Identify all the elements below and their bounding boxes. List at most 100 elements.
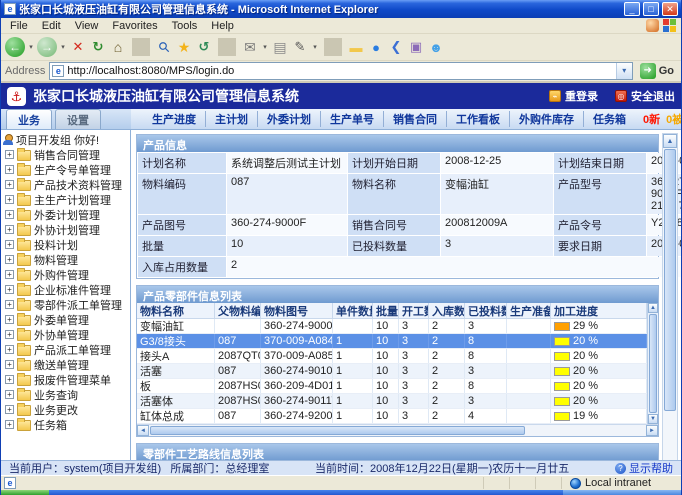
nav-item[interactable]: 生产单号 [320, 111, 383, 127]
menu-item[interactable]: Favorites [105, 20, 164, 32]
expand-icon[interactable] [5, 300, 14, 309]
column-header[interactable]: 加工进度 [551, 303, 647, 318]
sidebar-item[interactable]: 缴送单管理 [3, 357, 130, 372]
expand-icon[interactable] [5, 285, 14, 294]
sidebar-item[interactable]: 外协单管理 [3, 327, 130, 342]
expand-icon[interactable] [5, 315, 14, 324]
menu-item[interactable]: Help [204, 20, 241, 32]
hscroll-thumb[interactable] [150, 426, 525, 435]
stop-icon[interactable]: ✕ [69, 37, 87, 57]
edit-dropdown-icon[interactable]: ▾ [311, 37, 319, 57]
content-scrollbar[interactable]: ▲ [662, 133, 678, 460]
column-header[interactable]: 生产准备 [507, 303, 551, 318]
sidebar-item[interactable]: 零部件派工单管理 [3, 297, 130, 312]
mail-icon[interactable]: ✉ [241, 37, 259, 57]
table-row[interactable]: 缸体总成087360-274-9200F11032419 % [137, 409, 647, 424]
scroll-thumb[interactable] [664, 149, 676, 411]
mail-dropdown-icon[interactable]: ▾ [261, 37, 269, 57]
expand-icon[interactable] [5, 375, 14, 384]
expand-icon[interactable] [5, 225, 14, 234]
sidebar-item[interactable]: 业务查询 [3, 387, 130, 402]
column-header[interactable]: 父物料编码 [215, 303, 261, 318]
nav-item[interactable]: 外委计划 [257, 111, 320, 127]
minimize-button[interactable]: _ [624, 2, 640, 16]
column-header[interactable]: 入库数 [429, 303, 465, 318]
nav-item[interactable]: 外购件库存 [509, 111, 583, 127]
address-input[interactable] [67, 65, 612, 77]
expand-icon[interactable] [5, 360, 14, 369]
expand-icon[interactable] [5, 420, 14, 429]
sidebar-item[interactable]: 投料计划 [3, 237, 130, 252]
parts-table-hscrollbar[interactable]: ◄ ► [137, 424, 658, 436]
search-icon[interactable]: ⚲ [151, 34, 178, 61]
expand-icon[interactable] [5, 195, 14, 204]
parts-table-scrollbar[interactable]: ▲▼ [647, 303, 658, 424]
buddy-icon[interactable]: ☻ [427, 37, 445, 57]
expand-icon[interactable] [5, 390, 14, 399]
column-header[interactable]: 开工数 [399, 303, 429, 318]
nav-item[interactable]: 生产进度 [143, 111, 205, 127]
menu-item[interactable]: Tools [165, 20, 205, 32]
sidebar-item[interactable]: 主生产计划管理 [3, 192, 130, 207]
table-row[interactable]: 活塞体2087HS002360-274-9011W11032320 % [137, 394, 647, 409]
nav-item[interactable]: 工作看板 [446, 111, 509, 127]
menu-item[interactable]: File [3, 20, 35, 32]
sidebar-item[interactable]: 生产令号单管理 [3, 162, 130, 177]
back-icon[interactable]: ← [5, 37, 25, 57]
sidebar-item[interactable]: 业务更改 [3, 402, 130, 417]
forward-icon[interactable]: → [37, 37, 57, 57]
table-row[interactable]: G3/8接头087370-009-A084011032820 % [137, 334, 647, 349]
show-help-link[interactable]: ? 显示帮助 [615, 460, 673, 476]
nav-item[interactable]: 任务箱 [583, 111, 635, 127]
menu-item[interactable]: View [68, 20, 106, 32]
sidebar-item[interactable]: 企业标准件管理 [3, 282, 130, 297]
expand-icon[interactable] [5, 405, 14, 414]
start-button[interactable] [1, 490, 49, 495]
expand-icon[interactable] [5, 270, 14, 279]
home-icon[interactable]: ⌂ [109, 37, 127, 57]
sidebar-item[interactable]: 产品技术资料管理 [3, 177, 130, 192]
tab-business[interactable]: 业务 [6, 109, 52, 129]
address-dropdown-icon[interactable]: ▾ [616, 63, 632, 79]
sidebar-item[interactable]: 任务箱 [3, 417, 130, 432]
close-button[interactable]: ✕ [662, 2, 678, 16]
messenger-icon[interactable]: ❮ [387, 37, 405, 57]
scroll-right-icon[interactable]: ► [646, 425, 658, 436]
scroll-up-icon[interactable]: ▲ [663, 134, 677, 148]
sidebar-item[interactable]: 外购件管理 [3, 267, 130, 282]
table-row[interactable]: 活塞087360-274-9010F11032320 % [137, 364, 647, 379]
nav-item[interactable]: 销售合同 [383, 111, 446, 127]
print-icon[interactable]: ▤ [271, 37, 289, 57]
column-header[interactable]: 物料图号 [261, 303, 333, 318]
nav-item[interactable]: 主计划 [205, 111, 257, 127]
expand-icon[interactable] [5, 345, 14, 354]
sidebar-item[interactable]: 外委单管理 [3, 312, 130, 327]
edit-icon[interactable]: ✎ [291, 37, 309, 57]
maximize-button[interactable]: □ [643, 2, 659, 16]
note-icon[interactable]: ▬ [347, 37, 365, 57]
world-icon[interactable]: ● [367, 37, 385, 57]
expand-icon[interactable] [5, 150, 14, 159]
column-header[interactable]: 批量 [373, 303, 399, 318]
column-header[interactable]: 已投料数 [465, 303, 507, 318]
expand-icon[interactable] [5, 255, 14, 264]
sidebar-item[interactable]: 物料管理 [3, 252, 130, 267]
history-icon[interactable]: ↺ [195, 37, 213, 57]
expand-icon[interactable] [5, 330, 14, 339]
expand-icon[interactable] [5, 210, 14, 219]
sidebar-item[interactable]: 产品派工单管理 [3, 342, 130, 357]
expand-icon[interactable] [5, 180, 14, 189]
sidebar-item[interactable]: 报废件管理菜单 [3, 372, 130, 387]
table-row[interactable]: 接头A2087QT002370-009-A085011032820 % [137, 349, 647, 364]
column-header[interactable]: 单件数量 [333, 303, 373, 318]
column-header[interactable]: 物料名称 [137, 303, 215, 318]
menu-item[interactable]: Edit [35, 20, 68, 32]
scroll-left-icon[interactable]: ◄ [137, 425, 149, 436]
back-dropdown-icon[interactable]: ▾ [27, 37, 35, 57]
logout-button[interactable]: ◎ 安全退出 [615, 88, 675, 104]
refresh-icon[interactable]: ↻ [89, 37, 107, 57]
table-row[interactable]: 板2087HS002360-209-4D01011032820 % [137, 379, 647, 394]
tab-settings[interactable]: 设置 [55, 109, 101, 129]
sidebar-item[interactable]: 销售合同管理 [3, 147, 130, 162]
sidebar-item[interactable]: 外协计划管理 [3, 222, 130, 237]
